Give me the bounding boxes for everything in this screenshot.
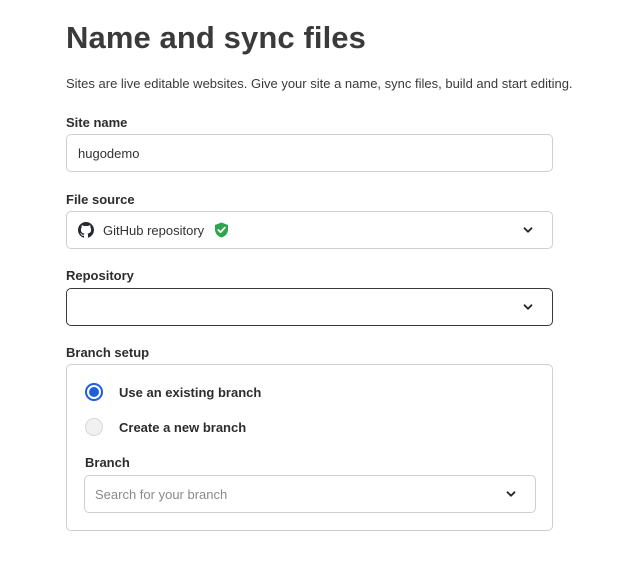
file-source-label: File source bbox=[66, 192, 135, 207]
chevron-down-icon bbox=[523, 304, 533, 310]
page: Name and sync files Sites are live edita… bbox=[0, 0, 627, 572]
file-source-select[interactable]: GitHub repository bbox=[66, 211, 553, 249]
branch-search-placeholder: Search for your branch bbox=[95, 486, 228, 502]
branch-label: Branch bbox=[85, 455, 130, 470]
radio-unselected-icon[interactable] bbox=[85, 418, 103, 436]
branch-search-select[interactable]: Search for your branch bbox=[84, 475, 536, 513]
site-name-label: Site name bbox=[66, 115, 128, 130]
repository-label: Repository bbox=[66, 268, 134, 283]
radio-label-new: Create a new branch bbox=[119, 419, 247, 435]
branch-setup-panel: Use an existing branch Create a new bran… bbox=[66, 364, 553, 531]
page-subtitle: Sites are live editable websites. Give y… bbox=[66, 76, 573, 91]
verified-shield-icon bbox=[215, 222, 229, 238]
radio-label-existing: Use an existing branch bbox=[119, 384, 262, 400]
page-title: Name and sync files bbox=[66, 20, 366, 55]
branch-setup-label: Branch setup bbox=[66, 345, 150, 360]
radio-create-new-branch[interactable]: Create a new branch bbox=[85, 418, 246, 436]
chevron-down-icon bbox=[506, 491, 516, 497]
site-name-input[interactable]: hugodemo bbox=[66, 134, 553, 172]
site-name-value: hugodemo bbox=[78, 145, 140, 161]
chevron-down-icon bbox=[523, 227, 533, 233]
radio-selected-icon[interactable] bbox=[85, 383, 103, 401]
radio-use-existing-branch[interactable]: Use an existing branch bbox=[85, 383, 261, 401]
github-icon bbox=[78, 222, 94, 238]
file-source-value: GitHub repository bbox=[103, 222, 205, 238]
repository-select[interactable] bbox=[66, 288, 553, 326]
